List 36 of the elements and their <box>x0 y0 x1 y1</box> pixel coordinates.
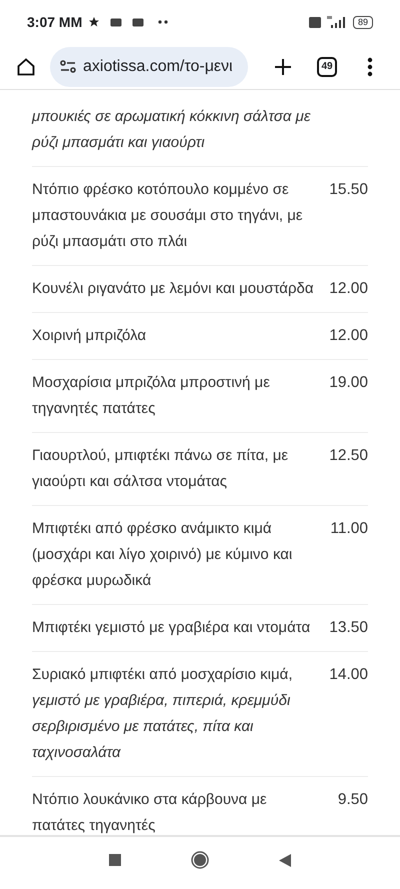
volte-icon <box>308 16 321 28</box>
dish-price: 14.00 <box>329 665 368 685</box>
status-time: 3:07 MM <box>27 12 82 32</box>
dish-price: 19.00 <box>329 373 368 393</box>
dish-price: 9.50 <box>338 790 368 810</box>
notification-icon <box>110 18 122 26</box>
address-bar[interactable]: axiotissa.com/το-μενι <box>50 46 248 86</box>
dish-name: Κουνέλι ριγανάτο με λεμόνι και μουστάρδα <box>32 279 315 299</box>
dish-price: 12.50 <box>329 446 368 466</box>
dish-name: Συριακό μπιφτέκι από μοσχαρίσιο κιμά, γεμιστό με γραβιέρα, πιπεριά, κρεμμύδι σερβιρισμένο με πατάτες, πίτα και ταχινοσαλάτα <box>32 665 294 763</box>
dish-name: Μπιφτέκι γεμιστό με γραβιέρα και ντομάτα <box>32 618 312 638</box>
dish-name: Χοιρινή μπριζόλα <box>32 326 148 346</box>
dish-name: Μπιφτέκι από φρέσκο ανάμικτο κιμά (μοσχάρι και λίγο χοιρινό) με κύμινο και φρέσκα μυρωδικά <box>32 519 294 591</box>
dish-price: 13.50 <box>329 618 368 638</box>
tab-count-button[interactable]: 49 <box>317 56 337 76</box>
signal-icon <box>326 16 347 28</box>
battery-indicator: 89 <box>352 16 373 28</box>
dish-name: μπουκιές σε αρωματική κόκκινη σάλτσα με ρύζι μπασμάτι και γιαούρτι <box>32 107 312 153</box>
dish-price: 15.50 <box>329 180 368 200</box>
site-settings-icon[interactable] <box>60 60 76 74</box>
dish-name: Ντόπιο φρέσκο κοτόπουλο κομμένο σε μπαστουνάκια με σουσάμι στο τηγάνι, με ρύζι μπασμάτι στο πλάι <box>32 180 304 252</box>
dish-price: 11.00 <box>330 519 368 539</box>
notification-icon <box>132 18 144 26</box>
dish-name: Μοσχαρίσια μπριζόλα μπροστινή με τηγανητές πατάτες <box>32 373 271 419</box>
new-tab-icon[interactable] <box>274 58 292 76</box>
more-notifications-icon <box>158 20 168 24</box>
dish-price: 12.00 <box>329 279 368 299</box>
menu-icon[interactable] <box>367 56 373 76</box>
star-icon <box>88 16 100 28</box>
dish-name: Ντόπιο λουκάνικο στα κάρβουνα με πατάτες τηγανητές <box>32 790 268 835</box>
dish-price: 12.00 <box>329 326 368 346</box>
url-text: axiotissa.com/το-μενι <box>83 56 233 76</box>
home-icon[interactable] <box>16 56 36 76</box>
dish-name: Γιαουρτλού, μπιφτέκι πάνω σε πίτα, με γιαούρτι και σάλτσα ντομάτας <box>32 446 290 492</box>
back-icon[interactable] <box>279 854 291 866</box>
home-button-icon[interactable] <box>191 851 209 869</box>
